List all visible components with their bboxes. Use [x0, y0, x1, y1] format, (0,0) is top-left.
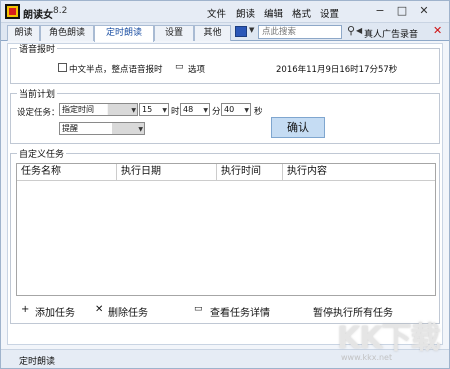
confirm-button[interactable]: 确认 [271, 117, 325, 138]
speaker-icon[interactable]: ◀ [356, 26, 362, 35]
delete-task-button[interactable]: 删除任务 [108, 304, 148, 319]
options-link[interactable]: 选项 [188, 63, 205, 75]
second-select[interactable]: 40 ▼ [221, 103, 251, 116]
app-title: 朗读女 [23, 10, 53, 21]
task-table[interactable]: 任务名称 执行日期 执行时间 执行内容 [16, 163, 436, 296]
tab-timed-read[interactable]: 定时朗读 [94, 25, 154, 42]
watermark-logo: KK下载 [337, 321, 440, 356]
half-hour-checkbox[interactable] [58, 63, 67, 72]
picture-icon[interactable] [235, 26, 247, 37]
dropdown-arrow-icon[interactable]: ▼ [249, 26, 254, 34]
hour-select[interactable]: 15 ▼ [139, 103, 169, 116]
tab-role-read[interactable]: 角色朗读 [40, 25, 94, 41]
add-icon[interactable]: + [21, 304, 29, 315]
minute-unit: 分 [212, 107, 221, 117]
title-bar: 朗读女 8.2 文件 朗读 编辑 格式 设置 − □ ✕ [1, 1, 449, 23]
menu-file[interactable]: 文件 [207, 6, 226, 20]
menu-settings[interactable]: 设置 [320, 6, 339, 20]
menu-read[interactable]: 朗读 [236, 6, 255, 20]
tab-read[interactable]: 朗读 [7, 25, 40, 41]
app-window: 朗读女 8.2 文件 朗读 编辑 格式 设置 − □ ✕ 朗读 角色朗读 定时朗… [0, 0, 450, 369]
voice-ad-link[interactable]: 真人广告录音 [364, 27, 418, 40]
close-window-icon[interactable]: ✕ [417, 4, 431, 18]
tab-toolbar: 朗读 角色朗读 定时朗读 设置 其他 ▼ ⚲ ◀ 真人广告录音 ✕ [1, 23, 449, 42]
voice-time-legend: 语音报时 [19, 45, 56, 55]
column-exec-date[interactable]: 执行日期 [117, 164, 217, 181]
app-logo-icon [5, 4, 20, 19]
search-input[interactable] [258, 25, 342, 39]
view-details-icon[interactable]: ▭ [194, 304, 203, 314]
column-exec-time[interactable]: 执行时间 [217, 164, 283, 181]
search-icon[interactable]: ⚲ [347, 24, 355, 37]
app-version: 8.2 [53, 6, 68, 16]
timed-read-panel: 语音报时 中文半点，整点语音报时 ▭ 选项 2016年11月9日16时17分57… [7, 42, 443, 345]
custom-legend: 自定义任务 [19, 150, 65, 160]
minute-select[interactable]: 48 ▼ [180, 103, 210, 116]
status-text: 定时朗读 [19, 357, 56, 367]
half-hour-label: 中文半点，整点语音报时 [69, 65, 163, 75]
task-type-select[interactable]: 指定时间 ▼ [59, 103, 138, 116]
watermark-url: www.kkx.net [341, 353, 393, 362]
add-task-button[interactable]: 添加任务 [35, 304, 75, 319]
hour-unit: 时 [171, 107, 180, 117]
second-unit: 秒 [254, 107, 263, 117]
options-icon[interactable]: ▭ [175, 62, 184, 72]
minimize-icon[interactable]: − [373, 4, 387, 18]
column-task-name[interactable]: 任务名称 [17, 164, 117, 181]
menu-edit[interactable]: 编辑 [264, 6, 283, 20]
tab-settings[interactable]: 设置 [154, 25, 194, 41]
close-icon[interactable]: ✕ [433, 24, 442, 37]
menu-format[interactable]: 格式 [292, 6, 311, 20]
maximize-icon[interactable]: □ [395, 4, 409, 18]
action-select[interactable]: 提醒 ▼ [59, 122, 145, 135]
current-time: 2016年11月9日16时17分57秒 [276, 65, 398, 75]
plan-legend: 当前计划 [19, 90, 56, 100]
task-label: 设定任务： [17, 108, 60, 118]
column-exec-content[interactable]: 执行内容 [283, 164, 435, 181]
view-details-button[interactable]: 查看任务详情 [210, 304, 270, 319]
delete-icon[interactable]: ✕ [95, 304, 103, 315]
tab-other[interactable]: 其他 [194, 25, 231, 41]
